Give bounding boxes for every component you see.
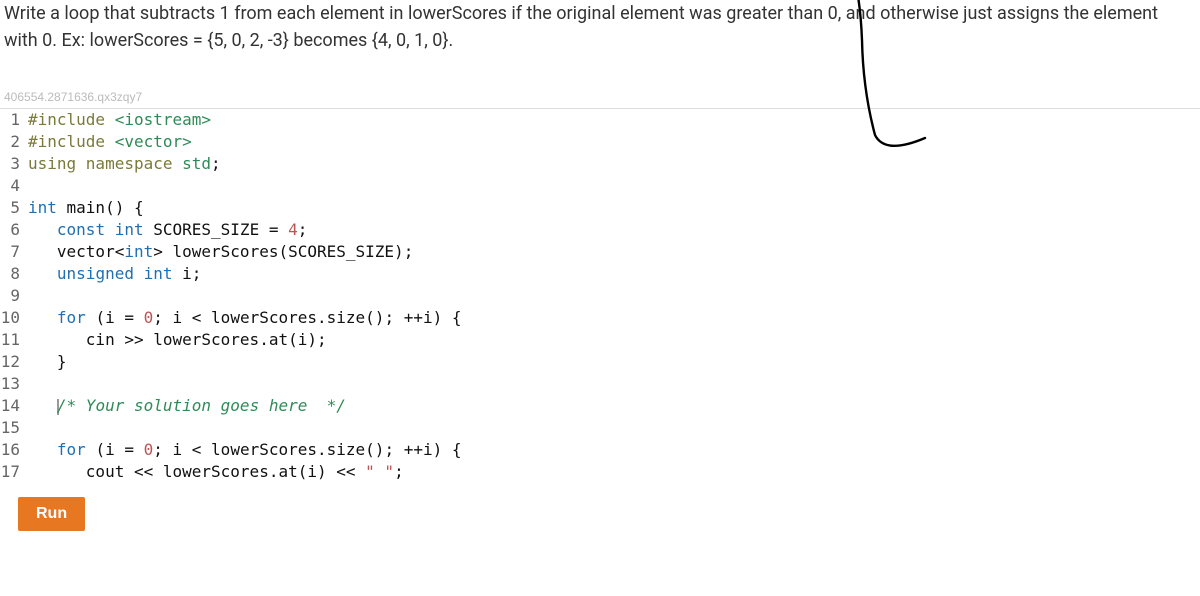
- line-number: 13: [0, 373, 28, 395]
- line-number: 7: [0, 241, 28, 263]
- code-editor[interactable]: 1 #include <iostream> 2 #include <vector…: [0, 108, 1200, 483]
- code-line: 5 int main() {: [0, 197, 1200, 219]
- code-line: 14 /* Your solution goes here */: [0, 395, 1200, 417]
- line-number: 9: [0, 285, 28, 307]
- code-line: 6 const int SCORES_SIZE = 4;: [0, 219, 1200, 241]
- code-line: 9: [0, 285, 1200, 307]
- line-number: 6: [0, 219, 28, 241]
- code-line: 7 vector<int> lowerScores(SCORES_SIZE);: [0, 241, 1200, 263]
- line-number: 2: [0, 131, 28, 153]
- code-line: 17 cout << lowerScores.at(i) << " ";: [0, 461, 1200, 483]
- line-number: 1: [0, 109, 28, 131]
- line-number: 14: [0, 395, 28, 417]
- code-line: 10 for (i = 0; i < lowerScores.size(); +…: [0, 307, 1200, 329]
- line-number: 3: [0, 153, 28, 175]
- line-number: 10: [0, 307, 28, 329]
- line-number: 12: [0, 351, 28, 373]
- code-line: 13: [0, 373, 1200, 395]
- line-number: 8: [0, 263, 28, 285]
- line-number: 4: [0, 175, 28, 197]
- line-number: 17: [0, 461, 28, 483]
- line-number: 16: [0, 439, 28, 461]
- code-line: 2 #include <vector>: [0, 131, 1200, 153]
- code-line: 16 for (i = 0; i < lowerScores.size(); +…: [0, 439, 1200, 461]
- line-number: 5: [0, 197, 28, 219]
- code-line: 3 using namespace std;: [0, 153, 1200, 175]
- line-number: 15: [0, 417, 28, 439]
- code-line: 12 }: [0, 351, 1200, 373]
- code-line: 1 #include <iostream>: [0, 109, 1200, 131]
- code-line: 8 unsigned int i;: [0, 263, 1200, 285]
- watermark-id: 406554.2871636.qx3zqy7: [0, 70, 1200, 108]
- line-number: 11: [0, 329, 28, 351]
- problem-instructions: Write a loop that subtracts 1 from each …: [0, 0, 1200, 70]
- code-line: 4: [0, 175, 1200, 197]
- code-line: 11 cin >> lowerScores.at(i);: [0, 329, 1200, 351]
- run-button[interactable]: Run: [18, 497, 85, 531]
- code-line: 15: [0, 417, 1200, 439]
